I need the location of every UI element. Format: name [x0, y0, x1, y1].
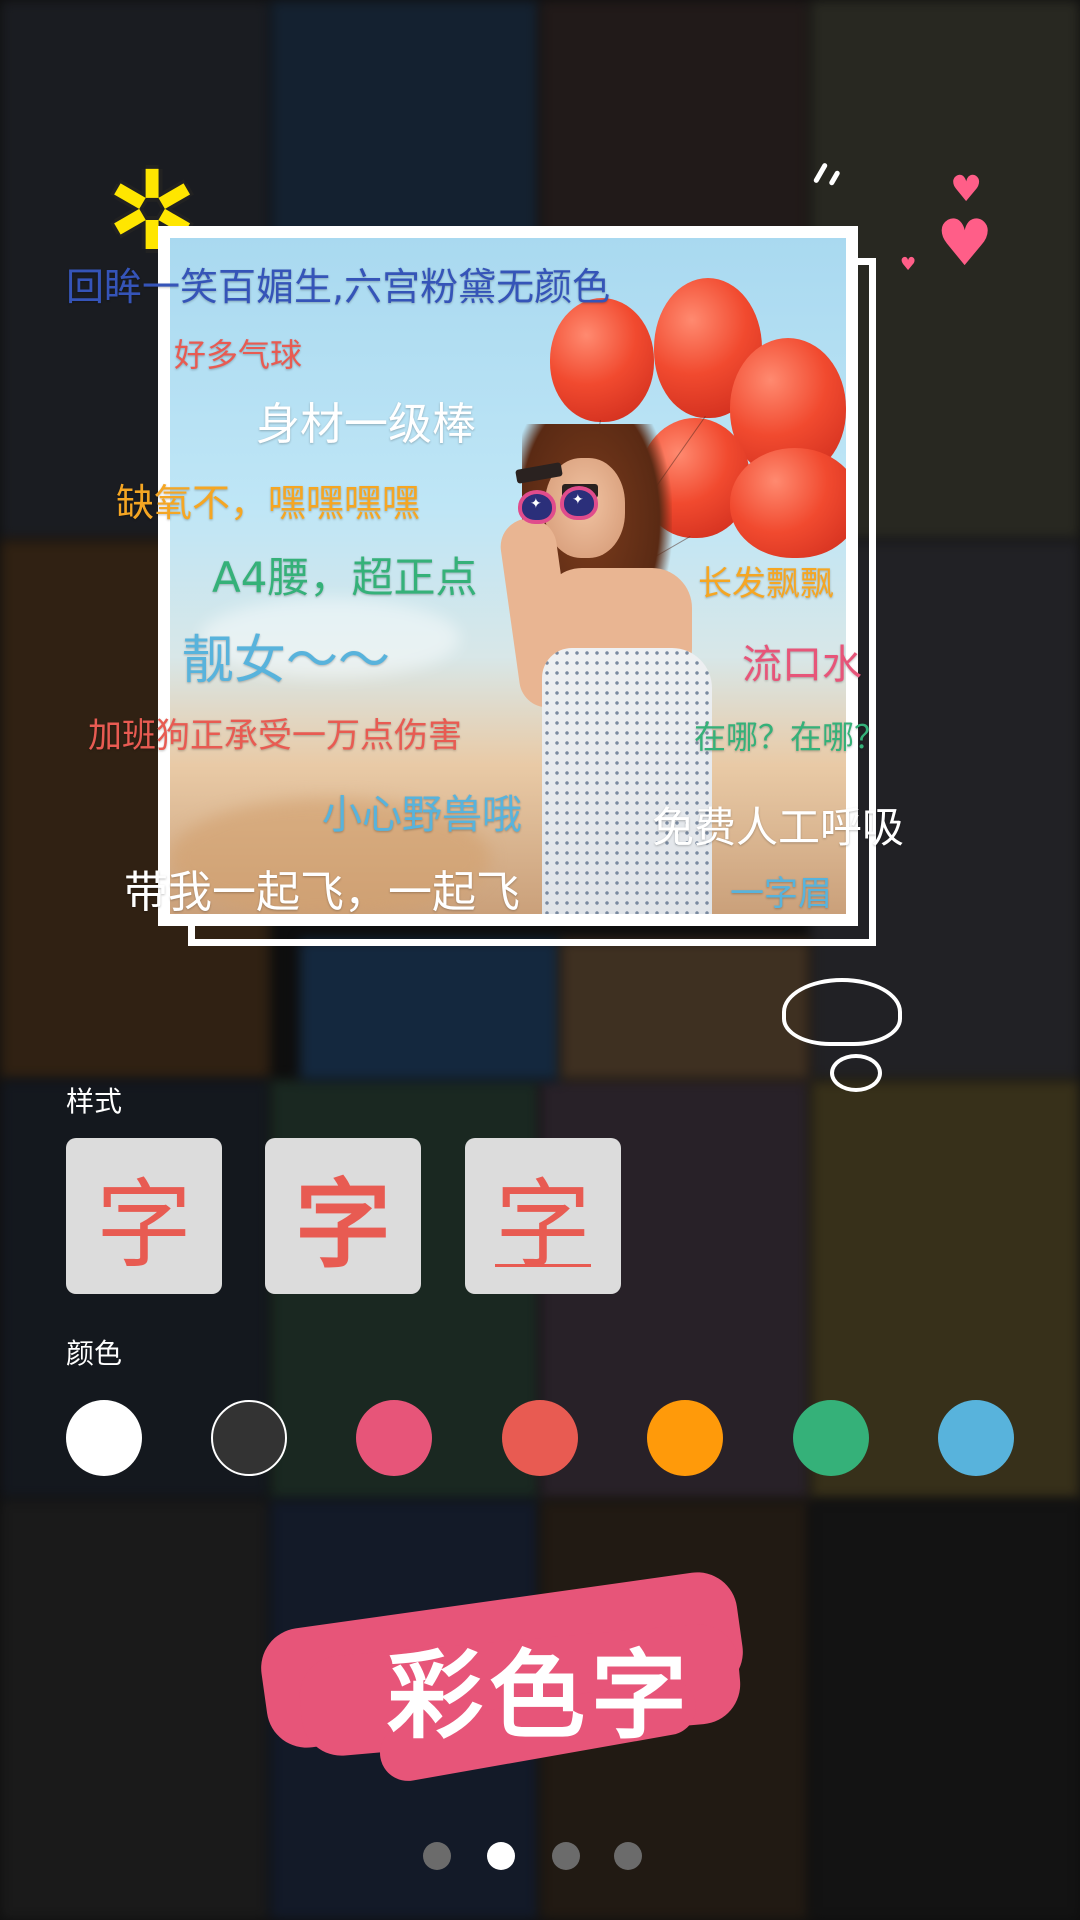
caption[interactable]: 靓女～～ [182, 618, 390, 693]
pager-dot-active[interactable] [487, 1842, 515, 1870]
balloon [730, 448, 846, 558]
caption[interactable]: 好多气球 [174, 330, 302, 376]
color-swatch-orange[interactable] [647, 1400, 723, 1476]
caption[interactable]: 回眸一笑百媚生,六宫粉黛无颜色 [66, 256, 610, 311]
style-label: 样式 [66, 1085, 123, 1118]
color-swatch-dark[interactable] [211, 1400, 287, 1476]
heart-large-icon: ♥ [936, 207, 994, 281]
color-label: 颜色 [66, 1337, 123, 1370]
color-swatch-white[interactable] [66, 1400, 142, 1476]
thought-bubble-icon [782, 978, 902, 1046]
color-swatch-red[interactable] [502, 1400, 578, 1476]
caption[interactable]: 加班狗正承受一万点伤害 [88, 708, 462, 757]
color-swatch-pink[interactable] [356, 1400, 432, 1476]
color-swatch-green[interactable] [793, 1400, 869, 1476]
color-swatch-blue[interactable] [938, 1400, 1014, 1476]
girl-dress [542, 648, 712, 914]
style-bold-button[interactable]: 字 [265, 1138, 421, 1294]
caption[interactable]: 长发飘飘 [698, 556, 834, 605]
heart-glasses-sticker [518, 490, 556, 524]
heart-tiny-icon: ♥ [900, 254, 917, 275]
caption[interactable]: 小心野兽哦 [322, 782, 522, 840]
caption[interactable]: 流口水 [742, 632, 862, 690]
heart-small-icon: ♥ [950, 169, 983, 210]
caption[interactable]: 一字眉 [730, 866, 832, 915]
pager-dot[interactable] [614, 1842, 642, 1870]
caption[interactable]: 缺氧不，嘿嘿嘿嘿 [116, 472, 420, 527]
pager-dot[interactable] [423, 1842, 451, 1870]
heart-glasses-sticker [560, 486, 598, 520]
caption[interactable]: 身材一级棒 [256, 388, 476, 452]
caption[interactable]: 免费人工呼吸 [652, 794, 904, 855]
caption[interactable]: 带我一起飞，一起飞 [124, 856, 520, 920]
caption[interactable]: 在哪？在哪？ [694, 712, 886, 758]
style-regular-button[interactable]: 字 [66, 1138, 222, 1294]
thought-bubble-small-icon [830, 1054, 882, 1092]
pager-dot[interactable] [552, 1842, 580, 1870]
balloon [550, 298, 654, 422]
caption[interactable]: A4腰，超正点 [212, 544, 477, 605]
promo-title: 彩色字 [387, 1640, 693, 1752]
style-underline-button[interactable]: 字 [465, 1138, 621, 1294]
